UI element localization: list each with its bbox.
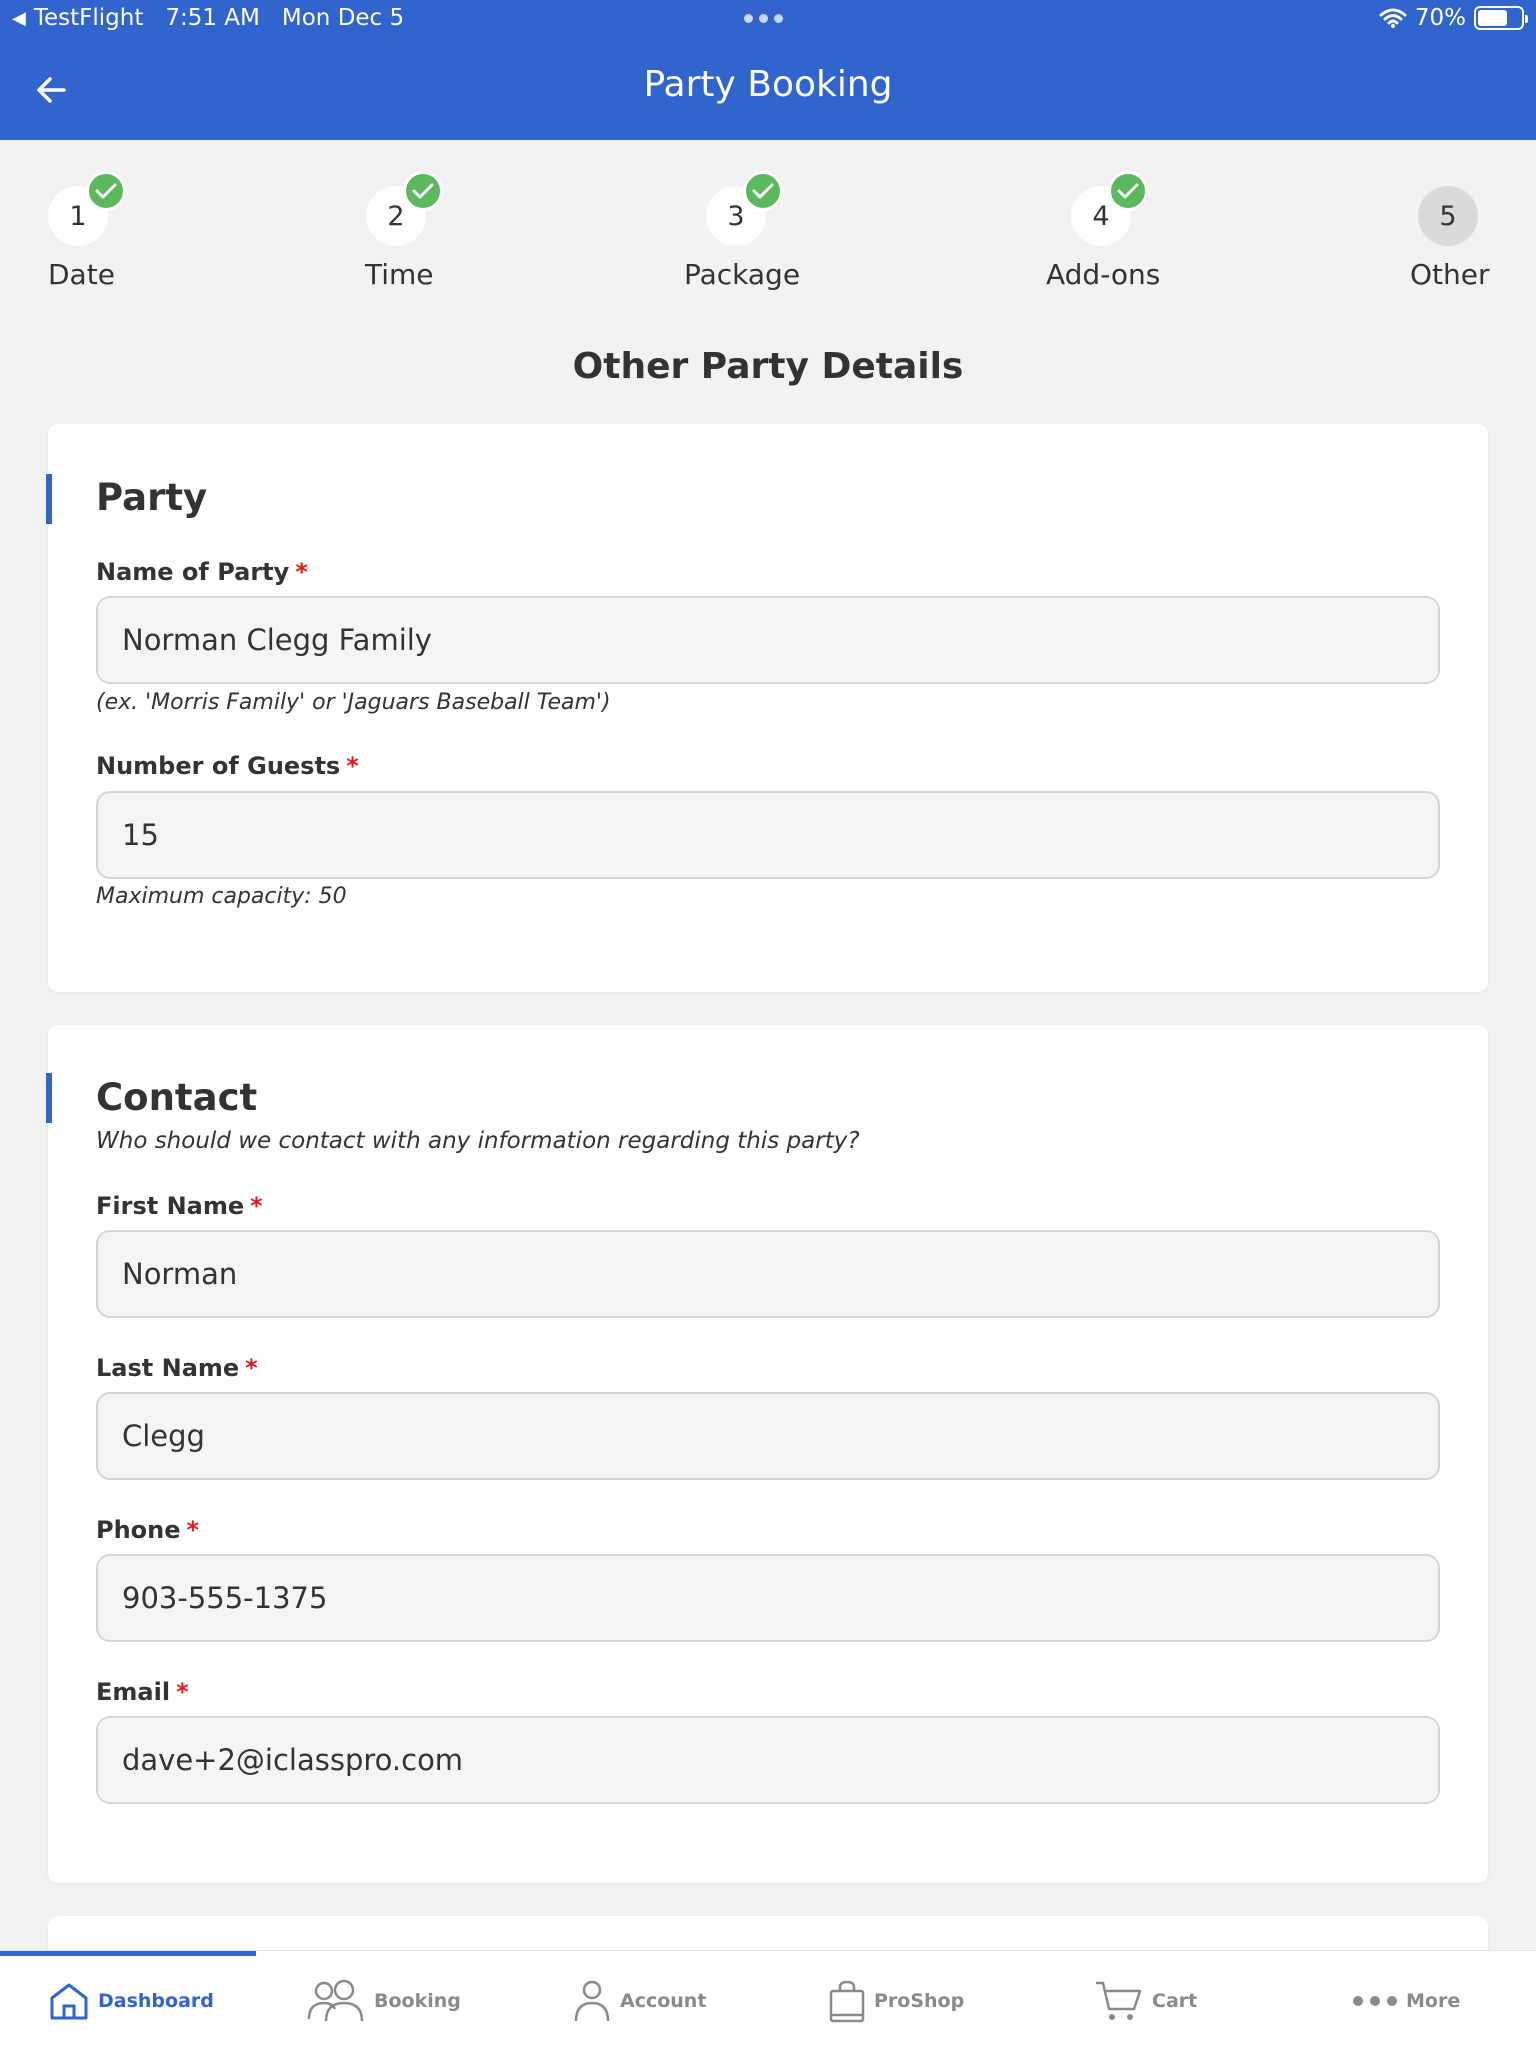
nav-dashboard[interactable]: Dashboard <box>48 1973 214 2029</box>
multitasking-dots-icon[interactable] <box>744 14 783 23</box>
email-label: Email * <box>96 1678 189 1706</box>
nav-booking[interactable]: Booking <box>306 1973 461 2029</box>
step-5-label: Other <box>1410 258 1490 291</box>
last-name-input[interactable] <box>96 1392 1440 1480</box>
step-4-label: Add-ons <box>1046 258 1161 291</box>
last-name-label: Last Name * <box>96 1354 258 1382</box>
nav-account[interactable]: Account <box>572 1973 706 2029</box>
party-name-input[interactable] <box>96 596 1440 684</box>
home-icon <box>50 1983 88 2020</box>
party-name-label-text: Name of Party <box>96 558 290 586</box>
wifi-icon <box>1379 8 1407 28</box>
nav-active-indicator <box>0 1951 256 1956</box>
required-indicator: * <box>295 558 308 586</box>
battery-icon <box>1474 6 1528 30</box>
nav-cart-label: Cart <box>1152 1990 1198 2012</box>
party-card-accent <box>46 474 52 524</box>
step-4-check-icon <box>1108 171 1148 211</box>
nav-proshop[interactable]: ProShop <box>828 1973 964 2029</box>
back-to-app-icon[interactable]: ◀ <box>12 8 26 29</box>
status-bar: ◀ TestFlight 7:51 AM Mon Dec 5 70% <box>0 0 1536 40</box>
email-label-text: Email <box>96 1678 171 1706</box>
step-1-check-icon <box>86 171 126 211</box>
step-1-label: Date <box>48 258 115 291</box>
first-name-input[interactable] <box>96 1230 1440 1318</box>
status-time: 7:51 AM <box>165 5 260 31</box>
step-3-label: Package <box>684 258 801 291</box>
step-5-circle[interactable]: 5 <box>1418 186 1478 246</box>
required-indicator: * <box>250 1192 263 1220</box>
step-2-check-icon <box>403 171 443 211</box>
contact-card-accent <box>46 1073 52 1123</box>
step-3-check-icon <box>743 171 783 211</box>
required-indicator: * <box>176 1678 189 1706</box>
required-indicator: * <box>245 1354 258 1382</box>
guests-label-text: Number of Guests <box>96 752 341 780</box>
first-name-label: First Name * <box>96 1192 263 1220</box>
phone-input[interactable] <box>96 1554 1440 1642</box>
guests-hint: Maximum capacity: 50 <box>96 884 347 909</box>
shopping-bag-icon <box>829 1980 865 2023</box>
page-header-title: Party Booking <box>643 64 893 105</box>
nav-dashboard-label: Dashboard <box>98 1990 214 2012</box>
phone-label: Phone * <box>96 1516 199 1544</box>
battery-fill <box>1478 10 1508 26</box>
nav-account-label: Account <box>620 1990 707 2012</box>
user-icon <box>574 1980 610 2022</box>
bottom-navigation: Dashboard Booking Account ProShop Cart M… <box>0 1950 1536 2048</box>
users-icon <box>307 1979 364 2022</box>
nav-more[interactable]: More <box>1352 1973 1460 2029</box>
contact-heading: Contact <box>96 1076 258 1119</box>
status-right: 70% <box>1379 5 1528 31</box>
page-title: Other Party Details <box>572 346 964 387</box>
guests-input[interactable] <box>96 791 1440 879</box>
nav-proshop-label: ProShop <box>874 1990 965 2012</box>
nav-cart[interactable]: Cart <box>1094 1973 1197 2029</box>
first-name-label-text: First Name <box>96 1192 245 1220</box>
party-name-label: Name of Party * <box>96 558 308 586</box>
required-indicator: * <box>186 1516 200 1544</box>
last-name-label-text: Last Name <box>96 1354 240 1382</box>
party-name-hint: (ex. 'Morris Family' or 'Jaguars Basebal… <box>96 690 611 715</box>
nav-more-label: More <box>1406 1990 1461 2012</box>
more-dots-icon <box>1353 1996 1397 2006</box>
nav-booking-label: Booking <box>374 1990 461 2012</box>
phone-label-text: Phone <box>96 1516 181 1544</box>
app-bar: ◀ TestFlight 7:51 AM Mon Dec 5 70% Party… <box>0 0 1536 140</box>
party-heading: Party <box>96 476 208 519</box>
step-2-label: Time <box>365 258 434 291</box>
guests-label: Number of Guests * <box>96 752 359 780</box>
status-date: Mon Dec 5 <box>281 5 405 31</box>
cart-icon <box>1096 1981 1142 2020</box>
status-app-name[interactable]: TestFlight <box>34 5 144 31</box>
contact-subtitle: Who should we contact with any informati… <box>96 1128 860 1154</box>
email-input[interactable] <box>96 1716 1440 1804</box>
required-indicator: * <box>346 752 359 780</box>
status-left: ◀ TestFlight 7:51 AM Mon Dec 5 <box>12 5 404 31</box>
battery-percent: 70% <box>1414 5 1466 31</box>
